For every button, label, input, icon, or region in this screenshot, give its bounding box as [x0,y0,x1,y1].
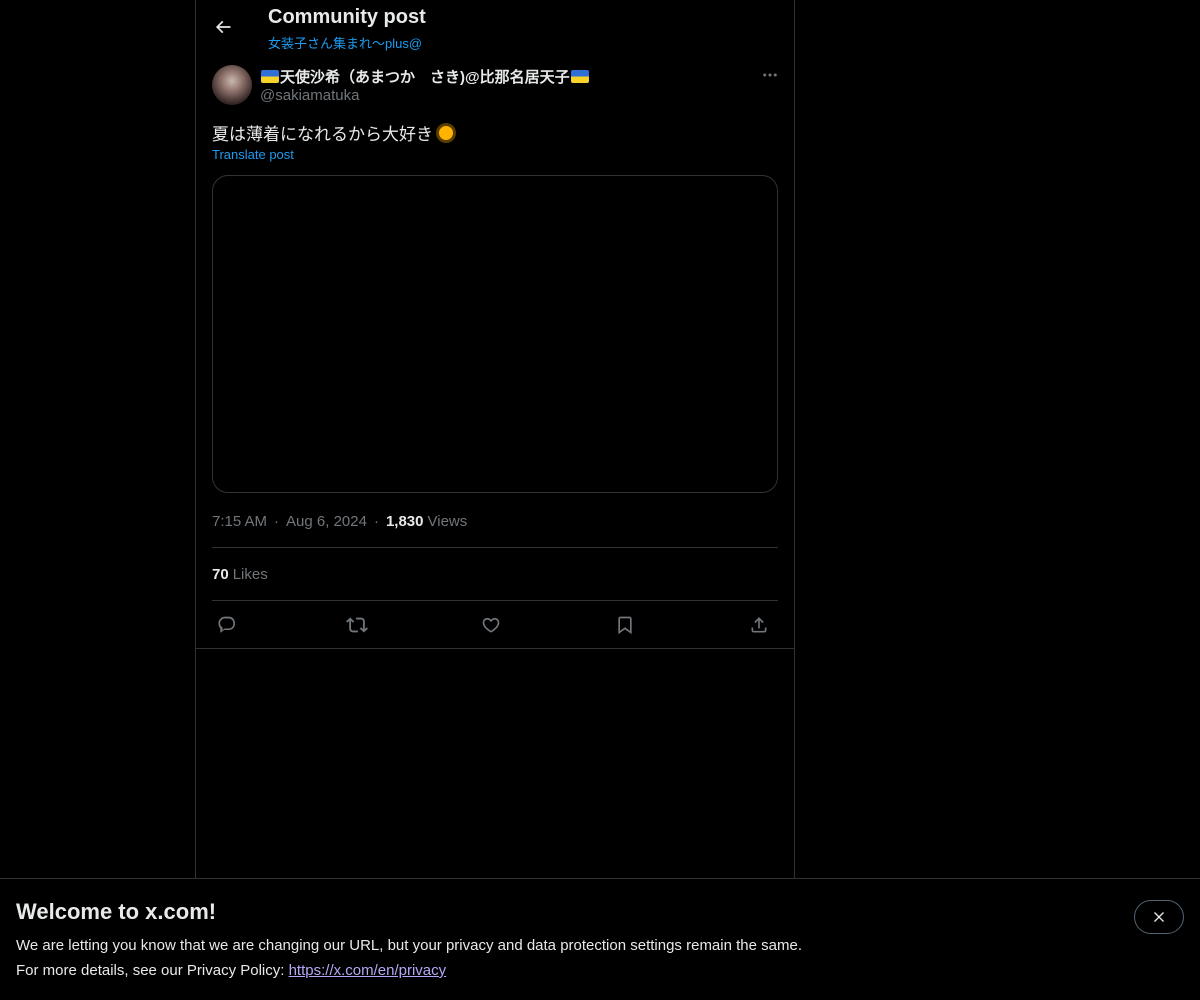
likes-count: 70 [212,566,229,583]
post-text: 夏は薄着になれるから大好き [212,120,453,145]
page-title: Community post [268,6,426,28]
likes-label: Likes [232,566,268,583]
ukraine-flag-icon [261,70,279,83]
share-button[interactable] [746,612,772,638]
main-column: Community post 女装子さん集まれ〜plus@ 天使沙希（あまつか … [195,0,795,878]
url-change-banner: Welcome to x.com! We are letting you kno… [0,878,1200,1000]
author-name[interactable]: 天使沙希（あまつか さき)@比那名居天子 [280,66,570,87]
close-banner-button[interactable] [1134,900,1184,934]
author-name-row[interactable]: 天使沙希（あまつか さき)@比那名居天子 [260,66,590,87]
translate-post-link[interactable]: Translate post [212,147,294,162]
media-container[interactable] [212,175,778,493]
divider [212,600,778,601]
banner-title: Welcome to x.com! [16,899,217,924]
banner-privacy-line: For more details, see our Privacy Policy… [16,962,446,979]
views-count: 1,830 [385,513,424,530]
like-button[interactable] [478,612,504,638]
divider [196,648,794,649]
ukraine-flag-icon [570,70,589,83]
like-icon [482,617,500,633]
post-meta: 7:15 AM · Aug 6, 2024 · 1,830 Views [212,513,467,530]
bookmark-button[interactable] [612,612,638,638]
meta-separator: · [373,513,379,530]
avatar[interactable] [212,65,252,105]
bookmark-icon [618,616,632,635]
sun-emoji-icon [439,125,453,140]
more-button[interactable] [758,64,782,86]
action-bar [212,612,778,638]
likes-stat[interactable]: 70 Likes [212,566,268,583]
post-date[interactable]: Aug 6, 2024 [286,513,367,530]
close-icon [1154,912,1164,922]
more-dots-icon [763,73,777,77]
banner-message: We are letting you know that we are chan… [16,937,802,954]
banner-privacy-prefix: For more details, see our Privacy Policy… [16,962,289,979]
views-label: Views [427,513,468,530]
repost-button[interactable] [344,612,370,638]
post-text-body: 夏は薄着になれるから大好き [212,125,433,144]
reply-icon [218,616,236,633]
privacy-policy-link[interactable]: https://x.com/en/privacy [289,962,447,979]
meta-separator: · [274,513,280,530]
arrow-left-icon [215,20,231,34]
reply-button[interactable] [214,612,240,638]
page-header: Community post 女装子さん集まれ〜plus@ [196,0,794,53]
post-time[interactable]: 7:15 AM [212,513,267,530]
repost-icon [346,617,368,633]
share-icon [751,617,767,633]
author-handle[interactable]: @sakiamatuka [260,87,359,104]
divider [212,547,778,548]
community-link[interactable]: 女装子さん集まれ〜plus@ [268,33,422,52]
back-button[interactable] [208,10,238,44]
